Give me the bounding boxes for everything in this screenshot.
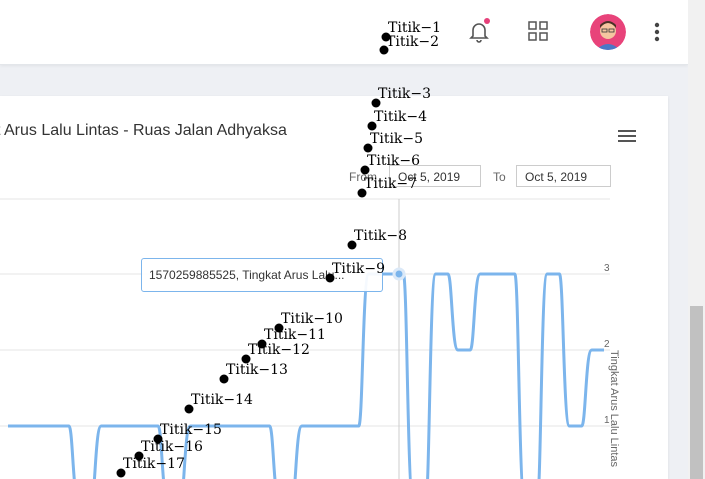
- titik-label: Titik−5: [370, 131, 423, 147]
- titik-label: Titik−8: [354, 228, 407, 244]
- titik-label: Titik−14: [191, 392, 253, 408]
- titik-label: Titik−7: [364, 176, 417, 192]
- titik-label: Titik−4: [374, 109, 427, 125]
- titik-label: Titik−3: [378, 86, 431, 102]
- titik-label: Titik−13: [226, 362, 288, 378]
- titik-label: Titik−11: [264, 327, 326, 343]
- titik-label: Titik−9: [332, 261, 385, 277]
- titik-label: Titik−2: [386, 34, 439, 50]
- titik-label: Titik−12: [248, 342, 310, 358]
- titik-annotation-layer: Titik−1Titik−2Titik−3Titik−4Titik−5Titik…: [116, 20, 441, 478]
- titik-label: Titik−16: [141, 439, 203, 455]
- titik-label: Titik−10: [281, 311, 343, 327]
- titik-label: Titik−6: [367, 153, 420, 169]
- titik-label: Titik−15: [160, 422, 222, 438]
- titik-label: Titik−17: [123, 456, 185, 472]
